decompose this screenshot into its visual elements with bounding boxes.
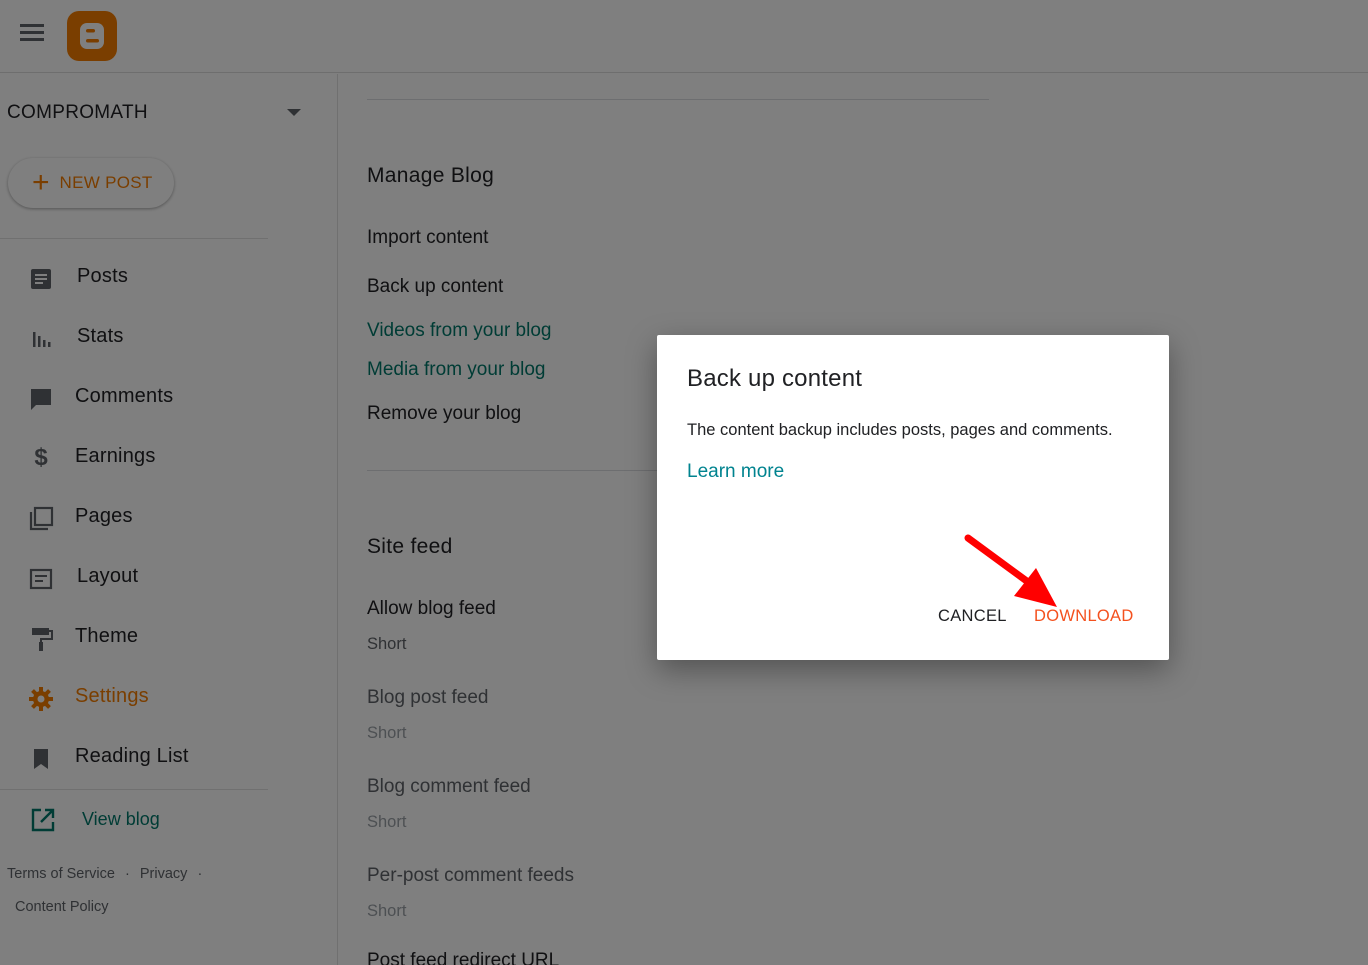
backup-dialog: Back up content The content backup inclu… xyxy=(657,335,1169,660)
dialog-body: The content backup includes posts, pages… xyxy=(687,421,1113,439)
annotation-arrow-icon xyxy=(964,534,1057,607)
dialog-title: Back up content xyxy=(687,365,863,392)
learn-more-link[interactable]: Learn more xyxy=(687,461,784,483)
